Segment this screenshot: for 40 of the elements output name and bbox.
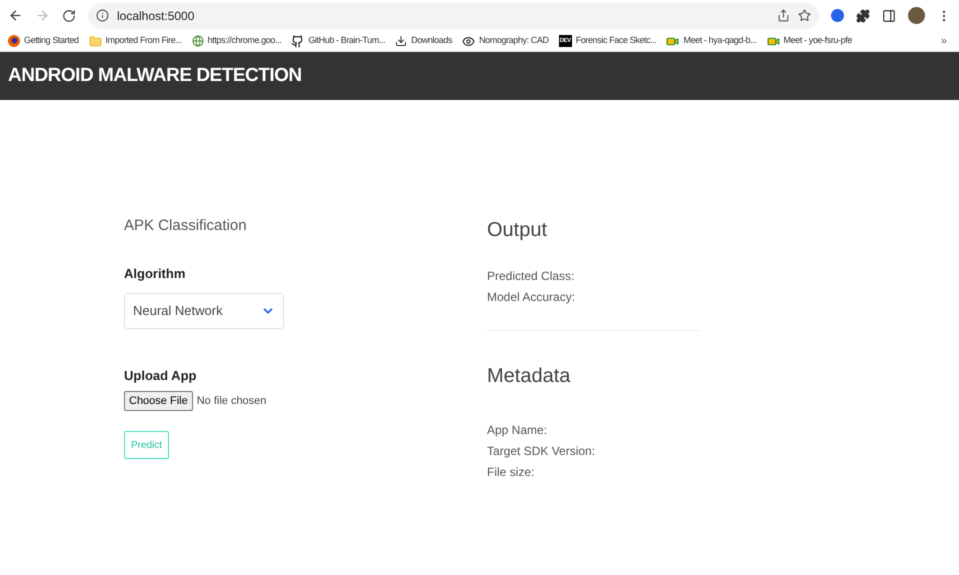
puzzle-icon[interactable] [856, 8, 870, 22]
address-bar[interactable]: localhost:5000 [88, 2, 819, 28]
choose-file-button[interactable]: Choose File [124, 390, 193, 411]
header-title: ANDROID MALWARE DETECTION [8, 64, 302, 88]
field-label: Upload App [124, 367, 198, 385]
bookmark-item[interactable]: GitHub - Brain-Tum... [291, 34, 386, 48]
bookmark-item[interactable]: https://chrome.goo... [192, 34, 282, 48]
section-title: Output [487, 218, 548, 243]
bookmark-item[interactable]: Meet - hya-qagd-b... [666, 34, 757, 48]
download-icon [395, 35, 408, 47]
reload-icon[interactable] [62, 8, 76, 22]
github-icon [291, 34, 304, 48]
bookmark-item[interactable]: Downloads [395, 34, 452, 48]
output-label: Model Accuracy: [487, 289, 576, 306]
bookmarks-overflow[interactable]: » [940, 32, 947, 50]
metadata-label: File size: [487, 464, 536, 481]
folder-icon [88, 34, 102, 48]
bookmark-item[interactable]: Getting Started [8, 34, 79, 48]
video-icon [766, 34, 780, 48]
field-label: Algorithm [124, 264, 186, 283]
share-icon[interactable] [777, 9, 790, 22]
section-title: APK Classification [124, 216, 248, 236]
metadata-label: App Name: [487, 422, 548, 439]
avatar-icon[interactable] [908, 7, 925, 24]
video-icon [666, 34, 680, 48]
url-text: localhost:5000 [117, 8, 194, 24]
eye-icon [462, 34, 476, 48]
algorithm-select[interactable]: Neural Network [124, 293, 284, 329]
section-title: Metadata [487, 364, 572, 389]
bookmark-item[interactable]: Meet - yoe-fsru-pfe [766, 34, 852, 48]
extension-icon[interactable] [831, 9, 844, 22]
metadata-label: Target SDK Version: [487, 443, 596, 460]
side-panel-icon[interactable] [882, 8, 896, 22]
back-icon[interactable] [8, 8, 23, 23]
file-status: No file chosen [196, 394, 266, 408]
star-icon[interactable] [798, 9, 811, 22]
bookmark-item[interactable]: Imported From Fire... [88, 34, 182, 48]
info-icon [96, 9, 109, 22]
output-label: Predicted Class: [487, 268, 576, 285]
bookmark-item[interactable]: Nomography: CAD [462, 34, 549, 48]
